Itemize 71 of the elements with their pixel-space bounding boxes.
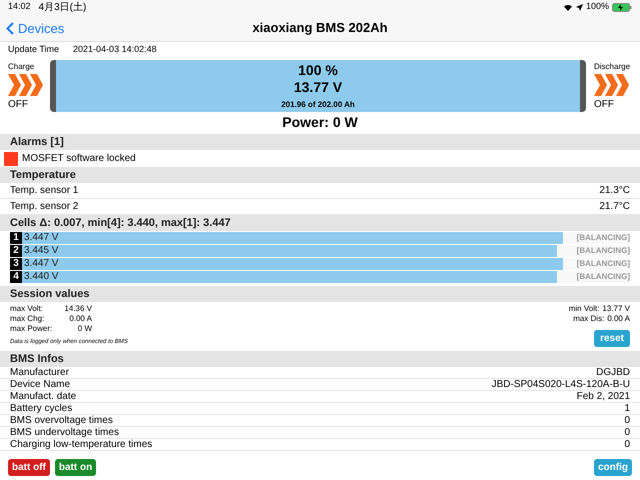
alarm-text: MOSFET software locked bbox=[22, 152, 136, 166]
section-header: Temperature bbox=[0, 167, 640, 183]
charge-state: OFF bbox=[8, 98, 29, 112]
info-label: Charging low-temperature times bbox=[10, 439, 152, 450]
location-arrow-icon bbox=[576, 4, 583, 10]
info-value: Feb 2, 2021 bbox=[576, 391, 630, 402]
session-value: 14.36 V bbox=[63, 304, 92, 314]
cell-voltage: 3.447 V bbox=[24, 232, 58, 244]
battery-capacity: 201.96 of 202.00 Ah bbox=[281, 99, 355, 111]
battery-voltage: 13.77 V bbox=[294, 79, 342, 96]
section-header: Session values bbox=[0, 286, 640, 302]
temperature-value: 21.3°C bbox=[599, 184, 630, 198]
info-label: BMS undervoltage times bbox=[10, 427, 119, 438]
info-value: 0 bbox=[624, 439, 630, 450]
info-label: Manufact. date bbox=[10, 391, 76, 402]
config-button[interactable]: config bbox=[594, 458, 632, 476]
session-value: 13.77 V bbox=[602, 304, 630, 314]
temperature-label: Temp. sensor 2 bbox=[10, 200, 78, 214]
update-time: 2021-04-03 14:02:48 bbox=[73, 42, 157, 56]
session-value: 0.00 A bbox=[68, 314, 92, 324]
on-button[interactable]: batt on bbox=[54, 458, 96, 476]
discharge-label: Discharge bbox=[594, 60, 630, 72]
update-label: Update Time bbox=[8, 42, 60, 56]
section-header: Alarms [1] bbox=[0, 134, 640, 150]
battery-charging-icon bbox=[612, 2, 632, 12]
reset-button[interactable]: reset bbox=[594, 330, 630, 347]
charge-label: Charge bbox=[8, 60, 36, 72]
cell-voltage: 3.445 V bbox=[24, 245, 58, 257]
charge-percent: 100 % bbox=[298, 62, 338, 79]
wifi-icon bbox=[562, 3, 573, 11]
cell-number: 1 bbox=[10, 232, 22, 244]
session-label: max Power: bbox=[10, 324, 54, 334]
balancing-status: [BALANCING] bbox=[576, 271, 630, 283]
info-value: 1 bbox=[624, 403, 630, 414]
info-value: DGJBD bbox=[596, 367, 630, 378]
back-chevron-icon bbox=[6, 22, 14, 36]
chevrons-icon bbox=[594, 74, 630, 96]
back-link[interactable]: Devices bbox=[6, 19, 64, 38]
nav-title: xiaoxiang BMS 202Ah bbox=[252, 18, 388, 37]
session-label: max Dis: bbox=[573, 314, 604, 324]
temperature-value: 21.7°C bbox=[599, 200, 630, 214]
temperature-label: Temp. sensor 1 bbox=[10, 184, 78, 198]
balancing-status: [BALANCING] bbox=[576, 258, 630, 270]
balancing-status: [BALANCING] bbox=[576, 232, 630, 244]
session-label: max Chg: bbox=[10, 314, 46, 324]
session-value: 0 W bbox=[76, 324, 92, 334]
info-label: BMS overvoltage times bbox=[10, 415, 113, 426]
chevrons-icon bbox=[8, 74, 44, 96]
battery-percent: 100% bbox=[586, 0, 609, 14]
cell-number: 3 bbox=[10, 258, 22, 270]
discharge-state: OFF bbox=[594, 98, 614, 112]
info-value: JBD-SP04S020-L4S-120A-B-U bbox=[492, 379, 630, 390]
cell-voltage: 3.447 V bbox=[24, 258, 58, 270]
status-date: 4月3日(土) bbox=[38, 0, 86, 14]
session-value: 0.00 A bbox=[607, 314, 630, 324]
off-button[interactable]: batt off bbox=[8, 458, 50, 476]
info-label: Manufacturer bbox=[10, 367, 69, 378]
cell-number: 2 bbox=[10, 245, 22, 257]
info-label: Battery cycles bbox=[10, 403, 72, 414]
info-label: Device Name bbox=[10, 379, 70, 390]
balancing-status: [BALANCING] bbox=[576, 245, 630, 257]
session-label: min Volt: bbox=[568, 304, 600, 314]
status-time: 14:02 bbox=[8, 0, 31, 12]
power-reading: Power: 0 W bbox=[281, 113, 359, 132]
info-value: 0 bbox=[624, 427, 630, 438]
session-label: max Volt: bbox=[10, 304, 44, 314]
info-value: 0 bbox=[624, 415, 630, 426]
section-header: Cells Δ: 0.007, min[4]: 3.440, max[1]: 3.447 bbox=[0, 215, 640, 231]
section-header: BMS Infos bbox=[0, 351, 640, 367]
cell-number: 4 bbox=[10, 271, 22, 283]
cell-voltage: 3.440 V bbox=[24, 271, 58, 283]
